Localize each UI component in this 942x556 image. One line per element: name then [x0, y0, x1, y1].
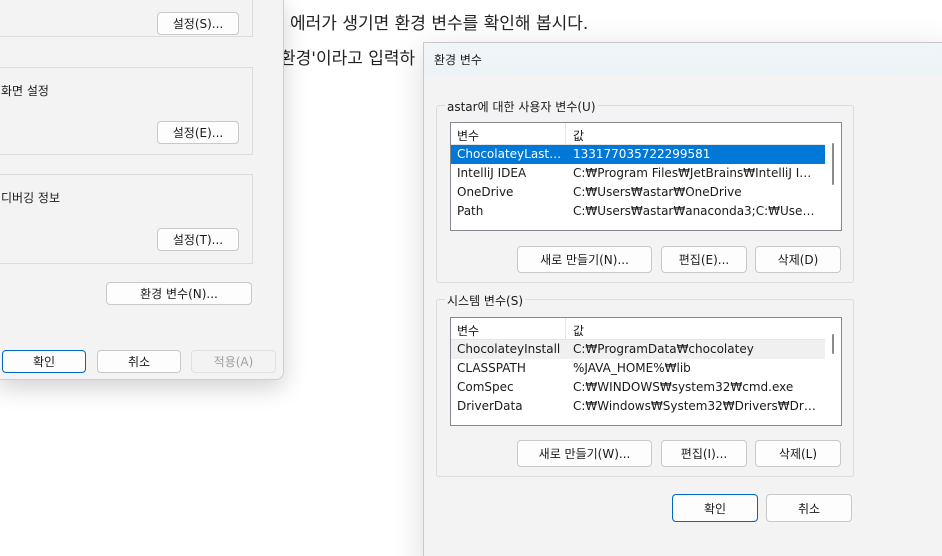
dialog-title: 환경 변수	[434, 52, 482, 67]
variable-name-cell: OneDrive	[457, 185, 514, 199]
cancel-button[interactable]: 취소	[97, 350, 181, 373]
table-row[interactable]: CLASSPATH %JAVA_HOME%₩lib	[451, 359, 841, 378]
system-variables-rows: ChocolateyInstall C:₩ProgramData₩chocolat…	[451, 340, 841, 416]
system-list-scrollbar[interactable]	[825, 318, 841, 425]
table-row[interactable]: ChocolateyLastPat... 133177035722299581	[451, 145, 841, 164]
page-text-line2: 환경'이라고 입력하	[280, 49, 416, 69]
user-profile-label: 화면 설정	[1, 84, 49, 98]
system-edit-button[interactable]: 편집(I)...	[661, 440, 747, 467]
system-delete-button[interactable]: 삭제(L)	[755, 440, 841, 467]
system-new-button[interactable]: 새로 만들기(W)...	[517, 440, 652, 467]
user-profile-group: 화면 설정 설정(E)...	[0, 67, 253, 155]
dialog-cancel-button[interactable]: 취소	[766, 494, 852, 522]
column-header-variable[interactable]: 변수	[457, 127, 479, 144]
variable-value-cell: C:₩WINDOWS₩system32₩cmd.exe	[573, 380, 794, 394]
table-row[interactable]: OneDrive C:₩Users₩astar₩OneDrive	[451, 183, 841, 202]
list-header: 변수 값	[451, 318, 841, 340]
table-row[interactable]: DriverData C:₩Windows₩System32₩Drivers₩Dr…	[451, 397, 841, 416]
performance-settings-button[interactable]: 설정(S)...	[157, 12, 239, 35]
dialog-ok-button[interactable]: 확인	[672, 494, 758, 522]
list-header: 변수 값	[451, 123, 841, 145]
table-row[interactable]: ChocolateyInstall C:₩ProgramData₩chocolat…	[451, 340, 841, 359]
variable-name-cell: ChocolateyLastPat...	[457, 147, 565, 161]
system-properties-window: 설정(S)... 화면 설정 설정(E)... 디버깅 정보 설정(T)... …	[0, 0, 284, 380]
user-new-button[interactable]: 새로 만들기(N)...	[517, 246, 652, 273]
ok-button[interactable]: 확인	[2, 350, 86, 373]
scrollbar-thumb[interactable]	[832, 143, 834, 185]
environment-variables-dialog: 환경 변수 astar에 대한 사용자 변수(U) 변수 값 Chocolate…	[423, 42, 942, 556]
variable-value-cell: C:₩ProgramData₩chocolatey	[573, 342, 754, 356]
column-header-value[interactable]: 값	[573, 127, 584, 144]
startup-recovery-group: 디버깅 정보 설정(T)...	[0, 174, 253, 264]
scrollbar-thumb[interactable]	[832, 334, 834, 354]
apply-button[interactable]: 적용(A)	[191, 350, 276, 373]
variable-name-cell: ComSpec	[457, 380, 514, 394]
dialog-titlebar[interactable]: 환경 변수	[424, 43, 942, 75]
recovery-settings-button[interactable]: 설정(T)...	[157, 228, 239, 251]
variable-value-cell: 133177035722299581	[573, 147, 711, 161]
variable-value-cell: C:₩Users₩astar₩anaconda3;C:₩Users₩asta..…	[573, 204, 817, 218]
variable-name-cell: IntelliJ IDEA	[457, 166, 527, 180]
user-variables-list[interactable]: 변수 값 ChocolateyLastPat... 133177035722299…	[450, 122, 842, 231]
variable-value-cell: C:₩Users₩astar₩OneDrive	[573, 185, 742, 199]
system-variables-group: 시스템 변수(S) 변수 값 ChocolateyInstall C:₩Progr…	[436, 292, 854, 477]
variable-name-cell: Path	[457, 204, 484, 218]
system-variables-list[interactable]: 변수 값 ChocolateyInstall C:₩ProgramData₩cho…	[450, 317, 842, 426]
column-divider[interactable]	[565, 123, 566, 144]
variable-value-cell: %JAVA_HOME%₩lib	[573, 361, 691, 375]
user-edit-button[interactable]: 편집(E)...	[661, 246, 747, 273]
variable-name-cell: CLASSPATH	[457, 361, 526, 375]
variable-value-cell: C:₩Program Files₩JetBrains₩IntelliJ IDEA…	[573, 166, 817, 180]
performance-group: 설정(S)...	[0, 0, 253, 37]
table-row[interactable]: IntelliJ IDEA C:₩Program Files₩JetBrains₩…	[451, 164, 841, 183]
table-row[interactable]: Path C:₩Users₩astar₩anaconda3;C:₩Users₩as…	[451, 202, 841, 221]
column-header-variable[interactable]: 변수	[457, 322, 479, 339]
user-variables-rows: ChocolateyLastPat... 133177035722299581 In…	[451, 145, 841, 221]
user-delete-button[interactable]: 삭제(D)	[755, 246, 841, 273]
variable-value-cell: C:₩Windows₩System32₩Drivers₩DriverData	[573, 399, 817, 413]
profile-settings-button[interactable]: 설정(E)...	[157, 121, 239, 144]
system-variables-legend: 시스템 변수(S)	[445, 292, 525, 309]
debugging-info-label: 디버깅 정보	[1, 191, 61, 205]
table-row[interactable]: ComSpec C:₩WINDOWS₩system32₩cmd.exe	[451, 378, 841, 397]
variable-name-cell: ChocolateyInstall	[457, 342, 561, 356]
column-divider[interactable]	[565, 318, 566, 339]
user-list-scrollbar[interactable]	[825, 123, 841, 230]
environment-variables-button[interactable]: 환경 변수(N)...	[106, 282, 252, 305]
page-text-line1: 에러가 생기면 환경 변수를 확인해 봅시다.	[290, 14, 589, 34]
column-header-value[interactable]: 값	[573, 322, 584, 339]
user-variables-legend: astar에 대한 사용자 변수(U)	[445, 98, 598, 115]
variable-name-cell: DriverData	[457, 399, 523, 413]
user-variables-group: astar에 대한 사용자 변수(U) 변수 값 ChocolateyLastP…	[436, 98, 854, 283]
